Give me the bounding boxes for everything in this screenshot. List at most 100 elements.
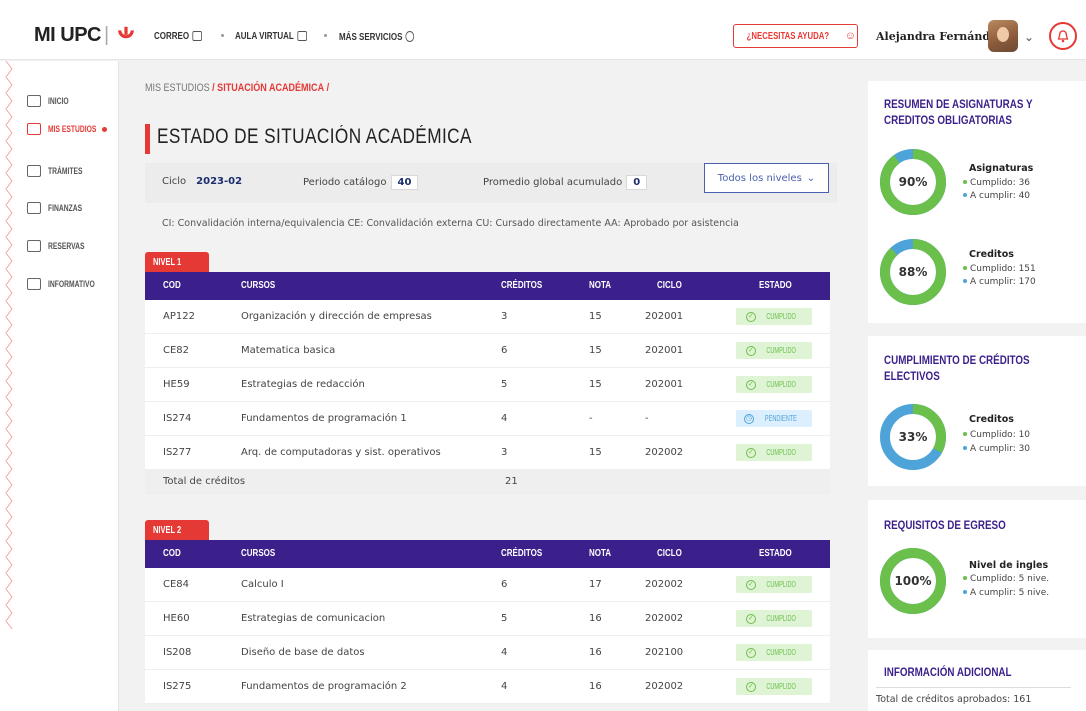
cell-curso: Organización y dirección de empresas [241, 311, 432, 322]
cell-creditos: 5 [501, 379, 508, 390]
sidebar-item-finanzas[interactable]: FINANZAS [27, 198, 94, 218]
status-badge: ✓ CUMPLIDO [736, 576, 812, 593]
home-icon [27, 95, 41, 107]
sidebar: INICIO MIS ESTUDIOS TRÁMITES FINANZAS RE… [0, 61, 119, 711]
table-header: COD CURSOS CRÉDITOS NOTA CICLO ESTADO [145, 272, 830, 300]
sidebar-item-mis-estudios[interactable]: MIS ESTUDIOS [27, 119, 107, 139]
filter-periodo: Periodo catálogo 40 [303, 175, 419, 190]
header-estado: ESTADO [759, 280, 792, 291]
table-row[interactable]: IS274 Fundamentos de programación 1 4 - - ◷ PE… [145, 402, 830, 436]
document-icon [27, 165, 41, 177]
percent-asignaturas: 90% [898, 175, 928, 189]
chevron-down-icon[interactable]: ⌄ [1024, 30, 1034, 44]
cell-curso: Estrategias de comunicacion [241, 613, 386, 624]
header-cod: COD [163, 280, 181, 291]
avatar[interactable] [988, 20, 1018, 52]
nav-aula-virtual[interactable]: AULA VIRTUAL [235, 31, 307, 42]
table-row[interactable]: AP122 Organización y dirección de empresa… [145, 300, 830, 334]
legend-text: CI: Convalidación interna/equivalencia C… [162, 218, 739, 229]
table-row[interactable]: CE82 Matematica basica 6 15 202001 ✓ CUMPLIDO [145, 334, 830, 368]
sidebar-item-reservas[interactable]: RESERVAS [27, 236, 97, 256]
cell-cod: HE59 [163, 379, 190, 390]
page-title: ESTADO DE SITUACIÓN ACADÉMICA [157, 125, 472, 148]
header-cursos: CURSOS [241, 280, 276, 291]
header-nota: NOTA [589, 548, 612, 559]
book-icon [27, 123, 41, 135]
stat-a-cumplir: A cumplir: 40 [963, 191, 1030, 201]
cell-nota: 16 [589, 647, 602, 658]
cell-cod: IS277 [163, 447, 192, 458]
status-badge: ✓ CUMPLIDO [736, 308, 812, 325]
percent-creditos: 88% [898, 265, 928, 279]
header-creditos: CRÉDITOS [501, 280, 543, 291]
check-icon: ✓ [745, 447, 756, 458]
cell-ciclo: 202002 [645, 579, 684, 590]
cell-cod: IS275 [163, 681, 192, 692]
decorative-zigzag [5, 61, 13, 630]
sidebar-item-informativo[interactable]: INFORMATIVO [27, 274, 110, 294]
cell-creditos: 4 [501, 413, 508, 424]
chevron-down-icon: ⌄ [806, 172, 816, 184]
cell-creditos: 5 [501, 613, 508, 624]
levels-select[interactable]: Todos los niveles ⌄ [704, 163, 829, 193]
cell-cod: CE84 [163, 579, 190, 590]
clock-icon: ◷ [744, 413, 755, 424]
sidebar-item-inicio[interactable]: INICIO [27, 91, 76, 111]
cell-ciclo: 202002 [645, 447, 684, 458]
cell-curso: Fundamentos de programación 2 [241, 681, 407, 692]
table-row[interactable]: CE84 Calculo I 6 17 202002 ✓ CUMPLIDO [145, 568, 830, 602]
cell-creditos: 4 [501, 647, 508, 658]
table-row[interactable]: IS208 Diseño de base de datos 4 16 202100 ✓ CU… [145, 636, 830, 670]
status-badge: ✓ CUMPLIDO [736, 342, 812, 359]
check-icon: ✓ [745, 681, 756, 692]
classroom-icon [297, 31, 307, 41]
header-estado: ESTADO [759, 548, 792, 559]
help-button[interactable]: ¿NECESITAS AYUDA? ☺ [733, 24, 858, 48]
nav-correo[interactable]: CORREO [154, 31, 202, 42]
stat-cumplido: Cumplido: 36 [963, 178, 1030, 188]
status-badge: ✓ CUMPLIDO [736, 678, 812, 695]
app-logo[interactable]: MI UPC | [34, 24, 135, 47]
cell-ciclo: 202002 [645, 613, 684, 624]
table-header: COD CURSOS CRÉDITOS NOTA CICLO ESTADO [145, 540, 830, 568]
table-row[interactable]: IS277 Arq. de computadoras y sist. operat… [145, 436, 830, 470]
cell-ciclo: 202001 [645, 379, 684, 390]
cell-cod: CE82 [163, 345, 190, 356]
card-egreso: REQUISITOS DE EGRESO 100% Nivel de ingle… [868, 500, 1086, 638]
status-badge: ✓ CUMPLIDO [736, 644, 812, 661]
user-name: Alejandra Fernández [876, 30, 1004, 43]
sidebar-item-tramites[interactable]: TRÁMITES [27, 161, 94, 181]
cell-cod: IS274 [163, 413, 192, 424]
notification-bell-icon[interactable] [1049, 22, 1077, 50]
breadcrumb-current: SITUACIÓN ACADÉMICA [217, 82, 325, 94]
cell-nota: 15 [589, 379, 602, 390]
cell-creditos: 6 [501, 345, 508, 356]
upc-logo-icon [117, 26, 134, 39]
percent-electivos: 33% [898, 430, 928, 444]
cell-curso: Estrategias de redacción [241, 379, 365, 390]
cell-creditos: 3 [501, 311, 508, 322]
cell-creditos: 3 [501, 447, 508, 458]
stat-a-cumplir: A cumplir: 30 [963, 444, 1030, 454]
table-row[interactable]: HE59 Estrategias de redacción 5 15 202001 ✓ CU… [145, 368, 830, 402]
stat-cumplido: Cumplido: 10 [963, 430, 1030, 440]
check-icon: ✓ [745, 613, 756, 624]
status-badge: ✓ CUMPLIDO [736, 444, 812, 461]
level-tab: NIVEL 1 [145, 252, 209, 272]
card-title: REQUISITOS DE EGRESO [884, 518, 1006, 532]
header-ciclo: CICLO [657, 280, 682, 291]
table-row[interactable]: IS275 Fundamentos de programación 2 4 16 202… [145, 670, 830, 704]
card-resumen: RESUMEN DE ASIGNATURAS Y CREDITOS OBLIGA… [868, 81, 1086, 323]
cell-cod: IS208 [163, 647, 192, 658]
check-icon: ✓ [745, 379, 756, 390]
check-icon: ✓ [745, 579, 756, 590]
table-row[interactable]: HE60 Estrategias de comunicacion 5 16 202002… [145, 602, 830, 636]
help-icon: ☺ [844, 30, 856, 42]
nav-mas-servicios[interactable]: MÁS SERVICIOS [339, 31, 415, 43]
check-icon: ✓ [745, 647, 756, 658]
cell-nota: - [589, 413, 593, 424]
header-nota: NOTA [589, 280, 612, 291]
check-icon: ✓ [745, 311, 756, 322]
breadcrumb-parent[interactable]: MIS ESTUDIOS [145, 82, 210, 94]
total-row: Total de créditos 21 [145, 470, 830, 494]
